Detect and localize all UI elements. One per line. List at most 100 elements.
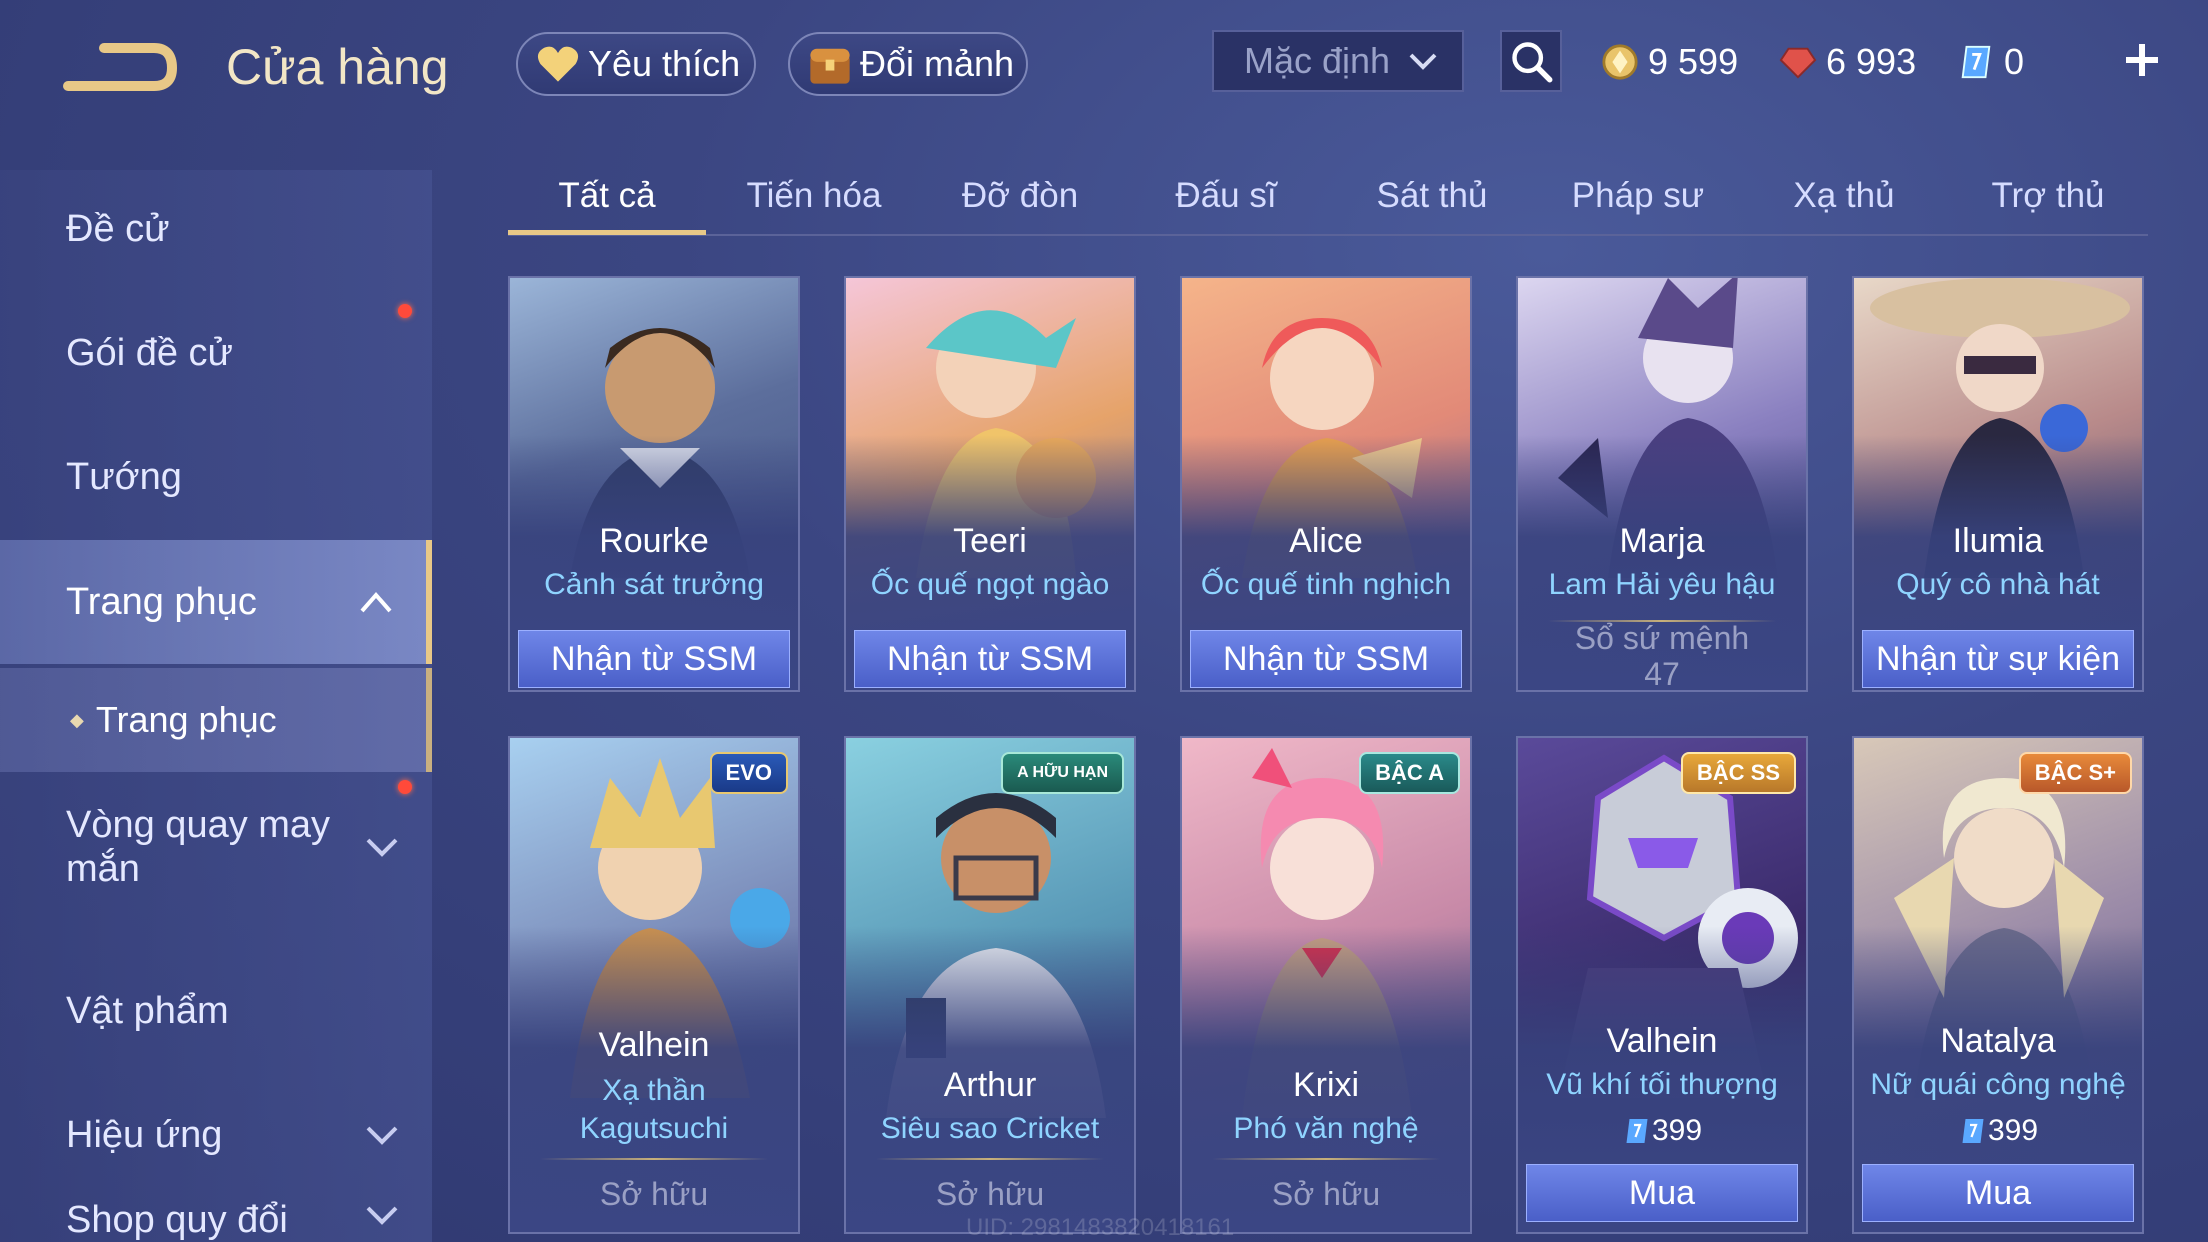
tab-label: Pháp sư (1571, 176, 1705, 215)
evo-badge: EVO (709, 752, 788, 794)
divider (1212, 1158, 1440, 1160)
mission-book-label: Sổ sứ mệnh (1574, 620, 1750, 656)
hero-name: Natalya (1940, 1022, 2056, 1060)
hero-name: Rourke (599, 522, 709, 560)
exchange-fragments-button[interactable]: Đổi mảnh (788, 32, 1028, 96)
favorites-button[interactable]: Yêu thích (516, 32, 756, 96)
sort-value: Mặc định (1244, 40, 1391, 81)
sidebar-item-heroes[interactable]: Tướng (0, 418, 432, 536)
skin-card[interactable]: Alice Ốc quế tinh nghịch Nhận từ SSM (1180, 276, 1472, 692)
buy-button[interactable]: Mua (1862, 1164, 2134, 1222)
chevron-up-icon (360, 591, 392, 613)
price-value: 399 (1651, 1114, 1703, 1147)
skin-name: Siêu sao Cricket (880, 1112, 1100, 1145)
notification-dot (398, 304, 412, 318)
skin-card[interactable]: BẬC SS Valhein Vũ khí tối thượng 399 Mua (1516, 736, 1808, 1234)
tab-all[interactable]: Tất cả (508, 160, 706, 235)
skin-name: Ốc quế ngọt ngào (870, 568, 1110, 601)
tab-label: Xạ thủ (1793, 176, 1895, 215)
divider (540, 1158, 768, 1160)
gold-balance: 9 599 (1600, 34, 1738, 90)
sidebar-item-lucky-spin[interactable]: Vòng quay may mắn (0, 776, 432, 918)
skin-card[interactable]: A HỮU HẠN Arthur Siêu sao Cricket Sở hữu (844, 736, 1136, 1234)
skin-card[interactable]: Teeri Ốc quế ngọt ngào Nhận từ SSM (844, 276, 1136, 692)
hero-name: Valhein (1606, 1022, 1718, 1060)
skin-name: Cảnh sát trưởng (544, 568, 764, 601)
tab-tank[interactable]: Đỡ đòn (920, 160, 1120, 232)
heart-icon (534, 40, 582, 88)
price-value: 399 (1987, 1114, 2039, 1147)
search-icon (1512, 42, 1553, 83)
ruby-value: 6 993 (1826, 41, 1917, 82)
owned-label: Sở hữu (935, 1176, 1045, 1212)
ruby-icon (1778, 42, 1818, 82)
tab-marksman[interactable]: Xạ thủ (1744, 160, 1944, 232)
skin-card[interactable]: Marja Lam Hải yêu hậu Sổ sứ mệnh 47 (1516, 276, 1808, 692)
voucher-icon (1626, 1119, 1648, 1143)
sidebar-item-items[interactable]: Vật phẩm (0, 952, 432, 1070)
sidebar-item-featured-packs[interactable]: Gói đề cử (0, 294, 432, 412)
tab-assassin[interactable]: Sát thủ (1332, 160, 1532, 232)
tab-label: Trợ thủ (1991, 176, 2105, 215)
gold-value: 9 599 (1648, 41, 1739, 82)
tab-label: Sát thủ (1376, 176, 1488, 215)
sidebar-subitem-skins[interactable]: ◆ Trang phục (0, 668, 432, 772)
skin-card[interactable]: BẬC A Krixi Phó văn nghệ Sở hữu (1180, 736, 1472, 1234)
hero-name: Teeri (953, 522, 1027, 560)
owned-label: Sở hữu (599, 1176, 709, 1212)
ruby-balance: 6 993 (1778, 34, 1916, 90)
active-tab-indicator (508, 230, 706, 235)
hero-name: Alice (1289, 522, 1363, 560)
tab-label: Tiến hóa (746, 176, 882, 215)
page-title: Cửa hàng (226, 39, 449, 95)
skin-name: Xạ thần Kagutsuchi (579, 1074, 729, 1145)
tab-label: Đấu sĩ (1175, 176, 1277, 215)
tab-support[interactable]: Trợ thủ (1948, 160, 2148, 232)
notification-dot (398, 780, 412, 794)
skin-name: Vũ khí tối thượng (1546, 1068, 1778, 1101)
sidebar-item-label: Shop quy đổi (66, 1198, 288, 1241)
hero-name: Krixi (1292, 1066, 1360, 1104)
back-arrow-icon[interactable] (62, 28, 182, 108)
skin-card[interactable]: BẬC S+ Natalya Nữ quái công nghệ 399 Mua (1852, 736, 2144, 1234)
get-from-ssm-button[interactable]: Nhận từ SSM (1190, 630, 1462, 688)
tab-fighter[interactable]: Đấu sĩ (1126, 160, 1326, 232)
sort-dropdown[interactable]: Mặc định (1212, 30, 1464, 92)
tab-evolution[interactable]: Tiến hóa (714, 160, 914, 232)
category-tabs: Tất cả Tiến hóa Đỡ đòn Đấu sĩ Sát thủ Ph… (508, 160, 2148, 236)
plus-icon (2126, 44, 2158, 76)
skin-card[interactable]: Rourke Cảnh sát trưởng Nhận từ SSM (508, 276, 800, 692)
get-from-ssm-button[interactable]: Nhận từ SSM (854, 630, 1126, 688)
buy-button[interactable]: Mua (1526, 1164, 1798, 1222)
top-bar: Cửa hàng Yêu thích Đổi mảnh Mặc định 9 5… (0, 0, 2208, 130)
sidebar-item-label: Trang phục (66, 580, 257, 623)
tier-ss-badge: BẬC SS (1680, 752, 1796, 794)
tab-mage[interactable]: Pháp sư (1538, 160, 1738, 232)
chevron-down-icon (366, 1206, 398, 1225)
sidebar-item-exchange-shop[interactable]: Shop quy đổi (0, 1140, 432, 1241)
treasure-chest-icon (806, 40, 854, 88)
hero-name: Valhein (598, 1026, 710, 1064)
skin-card[interactable]: EVO Valhein Xạ thần Kagutsuchi Sở hữu (508, 736, 800, 1234)
get-from-ssm-button[interactable]: Nhận từ SSM (518, 630, 790, 688)
price: 399 (1854, 1114, 2142, 1148)
tier-a-badge: BẬC A (1359, 752, 1460, 794)
chevron-down-icon (366, 838, 398, 857)
limited-badge: A HỮU HẠN (1001, 752, 1124, 794)
get-from-event-button[interactable]: Nhận từ sự kiện (1862, 630, 2134, 688)
tab-label: Tất cả (558, 176, 656, 215)
hero-name: Ilumia (1952, 522, 2044, 560)
voucher-balance: 0 (1956, 34, 2024, 90)
sidebar-item-skins[interactable]: Trang phục (0, 540, 432, 664)
add-currency-button[interactable] (2118, 30, 2166, 90)
mission-book-level: 47 (1644, 656, 1680, 692)
search-button[interactable] (1500, 30, 1562, 92)
tab-label: Đỡ đòn (961, 176, 1079, 215)
tier-s-plus-badge: BẬC S+ (2018, 752, 2132, 794)
skin-card[interactable]: Ilumia Quý cô nhà hát Nhận từ sự kiện (1852, 276, 2144, 692)
voucher-icon (1962, 1119, 1984, 1143)
exchange-label: Đổi mảnh (860, 43, 1015, 84)
skin-name: Ốc quế tinh nghịch (1200, 568, 1452, 601)
owned-label: Sở hữu (1271, 1176, 1381, 1212)
sidebar-item-featured[interactable]: Đề cử (0, 170, 432, 288)
